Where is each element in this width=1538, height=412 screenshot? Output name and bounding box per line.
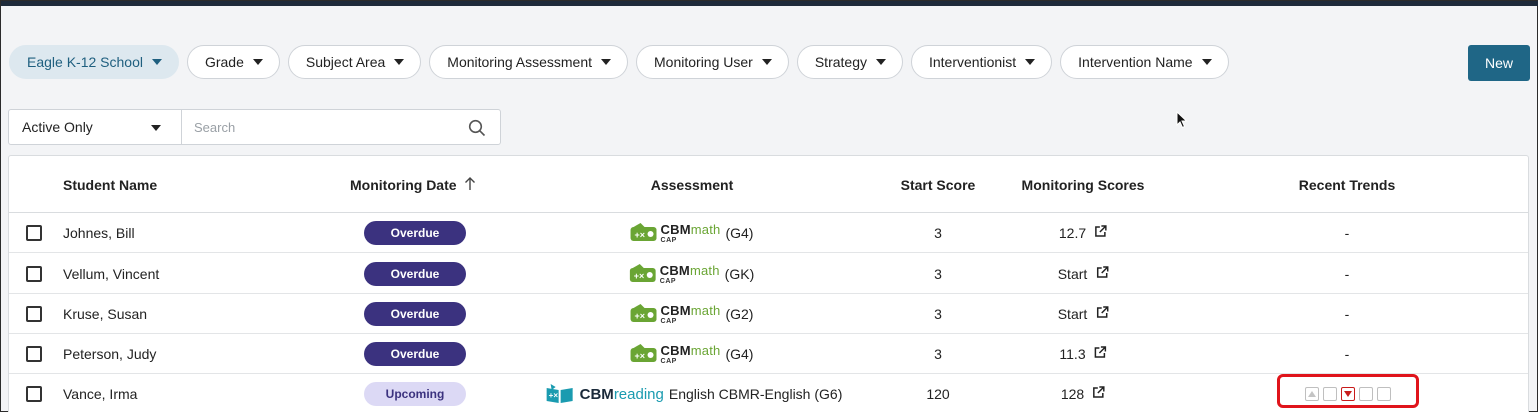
top-bar (1, 1, 1538, 6)
start-score: 3 (934, 346, 942, 362)
start-score: 120 (926, 386, 950, 402)
monitoring-score[interactable]: 128 (1061, 374, 1105, 412)
filter-monitoring-assessment[interactable]: Monitoring Assessment (429, 45, 629, 79)
status-badge: Overdue (364, 221, 466, 245)
recent-trend: - (1344, 266, 1350, 282)
external-link-icon[interactable] (1094, 225, 1107, 241)
assessment-cell: +× CBMmath CAP (G4) (630, 334, 754, 374)
table-row[interactable]: Johnes, Bill Overdue +× CBMmath CAP (G4) … (9, 213, 1528, 253)
cbm-math-logo-icon: +× (630, 344, 657, 364)
status-select[interactable]: Active Only (8, 109, 182, 145)
chevron-down-icon (252, 59, 263, 65)
filter-subject-area[interactable]: Subject Area (287, 45, 422, 79)
student-name[interactable]: Kruse, Susan (63, 294, 147, 334)
student-name[interactable]: Johnes, Bill (63, 213, 135, 253)
status-badge: Overdue (364, 342, 466, 366)
chevron-down-icon (1025, 59, 1036, 65)
trend-down-icon[interactable] (1341, 387, 1355, 401)
start-score: 3 (934, 306, 942, 322)
assessment-detail: English CBMR-English (G6) (668, 386, 843, 402)
assessment-grade: (G4) (725, 346, 754, 362)
external-link-icon[interactable] (1095, 266, 1109, 282)
student-name[interactable]: Vance, Irma (63, 374, 137, 412)
filter-intervention-name[interactable]: Intervention Name (1060, 45, 1229, 79)
filter-interventionist[interactable]: Interventionist (910, 45, 1053, 79)
chevron-down-icon (151, 59, 162, 65)
recent-trend: - (1344, 225, 1350, 241)
search-box (181, 109, 501, 145)
row-checkbox[interactable] (26, 306, 42, 322)
chevron-down-icon (875, 59, 886, 65)
chevron-down-icon (151, 125, 161, 131)
header-assessment[interactable]: Assessment (651, 177, 734, 193)
row-checkbox[interactable] (26, 266, 42, 282)
monitoring-score[interactable]: Start (1058, 254, 1109, 294)
filter-monitoring-user[interactable]: Monitoring User (636, 45, 789, 79)
filter-grade[interactable]: Grade (186, 45, 280, 79)
trend-up-icon[interactable] (1305, 387, 1319, 401)
cbm-reading-logo-icon: +× (546, 384, 574, 404)
monitoring-score[interactable]: 12.7 (1059, 213, 1107, 253)
svg-text:+×: +× (635, 230, 646, 240)
row-checkbox[interactable] (26, 346, 42, 362)
start-score: 3 (934, 266, 942, 282)
filter-strategy[interactable]: Strategy (796, 45, 903, 79)
chevron-down-icon (1201, 59, 1212, 65)
recent-trend: - (1344, 346, 1350, 362)
trend-empty-icon[interactable] (1359, 387, 1373, 401)
status-badge: Upcoming (364, 382, 466, 406)
row-checkbox[interactable] (26, 386, 42, 402)
svg-text:+×: +× (635, 311, 646, 321)
svg-text:+×: +× (635, 351, 646, 361)
status-badge: Overdue (364, 262, 466, 286)
cbm-math-logo-icon: +× (630, 223, 657, 243)
table-row[interactable]: Peterson, Judy Overdue +× CBMmath CAP (G4… (9, 334, 1528, 374)
status-badge: Overdue (364, 302, 466, 326)
new-button[interactable]: New (1468, 45, 1530, 81)
external-link-icon[interactable] (1095, 306, 1109, 322)
assessment-grade: (GK) (724, 266, 755, 282)
start-score: 3 (934, 225, 942, 241)
trend-empty-icon[interactable] (1323, 387, 1337, 401)
assessment-cell: +× CBMmath CAP (G4) (630, 213, 754, 253)
table-header: Student Name Monitoring Date Assessment … (9, 156, 1528, 213)
monitoring-score[interactable]: 11.3 (1059, 334, 1107, 374)
table-row[interactable]: Kruse, Susan Overdue +× CBMmath CAP (G2) … (9, 294, 1528, 334)
sort-ascending-icon[interactable] (464, 177, 476, 194)
header-monitoring-scores[interactable]: Monitoring Scores (1022, 177, 1145, 193)
search-icon[interactable] (468, 119, 486, 142)
header-recent-trends[interactable]: Recent Trends (1299, 177, 1395, 193)
search-input[interactable] (182, 110, 452, 144)
monitoring-score[interactable]: Start (1058, 294, 1109, 334)
assessment-grade: (G2) (725, 306, 754, 322)
students-table: Student Name Monitoring Date Assessment … (8, 155, 1529, 412)
student-name[interactable]: Peterson, Judy (63, 334, 156, 374)
trend-indicators[interactable] (1305, 387, 1391, 401)
assessment-cell: +× CBMmath CAP (G2) (630, 294, 754, 334)
row-checkbox[interactable] (26, 225, 42, 241)
assessment-grade: (G4) (725, 225, 754, 241)
student-name[interactable]: Vellum, Vincent (63, 254, 159, 294)
svg-text:+×: +× (634, 271, 645, 281)
recent-trends-highlight (1277, 374, 1419, 408)
header-start-score[interactable]: Start Score (901, 177, 976, 193)
filter-bar: Eagle K-12 School Grade Subject Area Mon… (9, 45, 1229, 79)
trend-empty-icon[interactable] (1377, 387, 1391, 401)
external-link-icon[interactable] (1092, 386, 1105, 402)
assessment-cell: +× CBMreading English CBMR-English (G6) (546, 374, 843, 412)
cbm-math-logo-icon: +× (630, 304, 657, 324)
chevron-down-icon (601, 59, 612, 65)
recent-trend: - (1344, 306, 1350, 322)
assessment-cell: +× CBMmath CAP (GK) (629, 254, 755, 294)
cbm-math-logo-icon: +× (629, 264, 656, 284)
filter-school[interactable]: Eagle K-12 School (9, 45, 179, 79)
external-link-icon[interactable] (1094, 346, 1107, 362)
svg-text:+×: +× (549, 391, 559, 400)
header-student-name[interactable]: Student Name (63, 177, 157, 193)
chevron-down-icon (761, 59, 772, 65)
header-monitoring-date[interactable]: Monitoring Date (350, 177, 476, 194)
chevron-down-icon (394, 59, 405, 65)
table-row[interactable]: Vellum, Vincent Overdue +× CBMmath CAP (G… (9, 254, 1528, 294)
